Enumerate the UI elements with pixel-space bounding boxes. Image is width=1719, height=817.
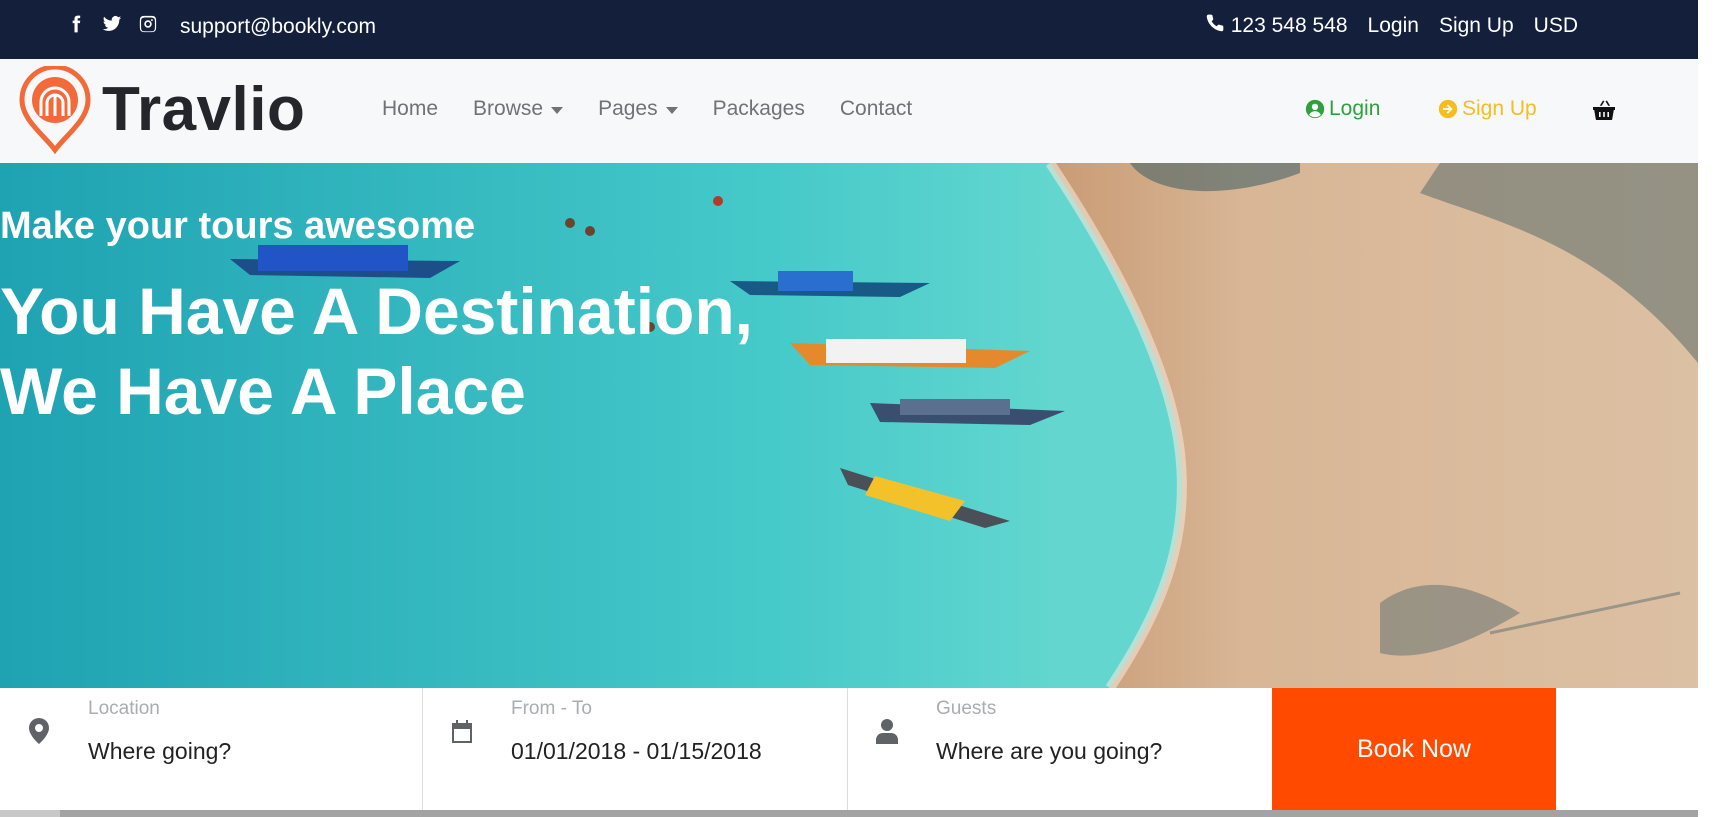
- topbar-login-link[interactable]: Login: [1368, 14, 1419, 38]
- user-circle-icon: [1305, 99, 1325, 119]
- nav-contact-label: Contact: [839, 97, 913, 120]
- phone-number[interactable]: 123 548 548: [1205, 13, 1348, 39]
- arrow-circle-right-icon: [1438, 99, 1458, 119]
- booking-form: Location Where going? From - To 01/01/20…: [0, 688, 1698, 810]
- support-email[interactable]: support@bookly.com: [180, 15, 376, 39]
- topbar-signup-link[interactable]: Sign Up: [1439, 14, 1514, 38]
- guests-label: Guests: [936, 698, 997, 719]
- instagram-icon[interactable]: [138, 14, 158, 34]
- top-bar: support@bookly.com 123 548 548 Login Sig…: [0, 0, 1698, 59]
- nav-pages-label: Pages: [598, 97, 658, 120]
- book-now-button[interactable]: Book Now: [1272, 688, 1556, 810]
- social-links: [66, 14, 158, 34]
- guests-field[interactable]: Guests Where are you going?: [848, 688, 1272, 810]
- horizontal-scrollbar[interactable]: [0, 810, 1698, 817]
- twitter-icon[interactable]: [102, 14, 122, 34]
- hero-banner: Make your tours awesome You Have A Desti…: [0, 163, 1698, 688]
- hero-title-line-2: We Have A Place: [0, 354, 526, 428]
- caret-down-icon: [551, 106, 564, 114]
- location-input[interactable]: Where going?: [88, 738, 231, 765]
- location-field[interactable]: Location Where going?: [0, 688, 423, 810]
- user-icon: [876, 718, 898, 744]
- currency-selector[interactable]: USD: [1534, 14, 1578, 38]
- dates-label: From - To: [511, 698, 592, 719]
- nav-contact[interactable]: Contact: [840, 97, 912, 121]
- brand-logo[interactable]: Travlio: [18, 66, 305, 154]
- hero-title-line-1: You Have A Destination,: [0, 274, 754, 348]
- hero-title: You Have A Destination, We Have A Place: [0, 271, 753, 431]
- date-range-input[interactable]: 01/01/2018 - 01/15/2018: [511, 738, 762, 765]
- nav-pages[interactable]: Pages: [598, 97, 678, 121]
- nav-login-label: Login: [1329, 97, 1381, 120]
- basket-icon[interactable]: [1592, 99, 1616, 121]
- calendar-icon: [451, 718, 473, 744]
- nav-packages-label: Packages: [712, 97, 805, 120]
- dates-field[interactable]: From - To 01/01/2018 - 01/15/2018: [423, 688, 848, 810]
- phone-text: 123 548 548: [1230, 14, 1348, 37]
- nav-packages[interactable]: Packages: [713, 97, 805, 121]
- caret-down-icon: [665, 106, 678, 114]
- guests-input[interactable]: Where are you going?: [936, 738, 1162, 765]
- nav-signup-label: Sign Up: [1462, 97, 1537, 120]
- nav-browse[interactable]: Browse: [473, 97, 564, 121]
- location-pin-logo-icon: [18, 66, 92, 154]
- main-navbar: Travlio Home Browse Pages Packages Conta…: [0, 59, 1698, 163]
- nav-signup-button[interactable]: Sign Up: [1438, 97, 1537, 121]
- map-marker-icon: [28, 718, 50, 744]
- facebook-icon[interactable]: [66, 14, 86, 34]
- nav-links: Home Browse Pages Packages Contact: [382, 97, 912, 121]
- nav-home[interactable]: Home: [382, 97, 438, 121]
- brand-name: Travlio: [102, 75, 306, 144]
- scrollbar-thumb[interactable]: [60, 810, 1698, 817]
- phone-icon: [1205, 13, 1225, 39]
- nav-home-label: Home: [382, 97, 439, 120]
- location-label: Location: [88, 698, 160, 719]
- hero-subtitle: Make your tours awesome: [0, 205, 476, 247]
- nav-login-button[interactable]: Login: [1305, 97, 1380, 121]
- nav-browse-label: Browse: [473, 97, 544, 120]
